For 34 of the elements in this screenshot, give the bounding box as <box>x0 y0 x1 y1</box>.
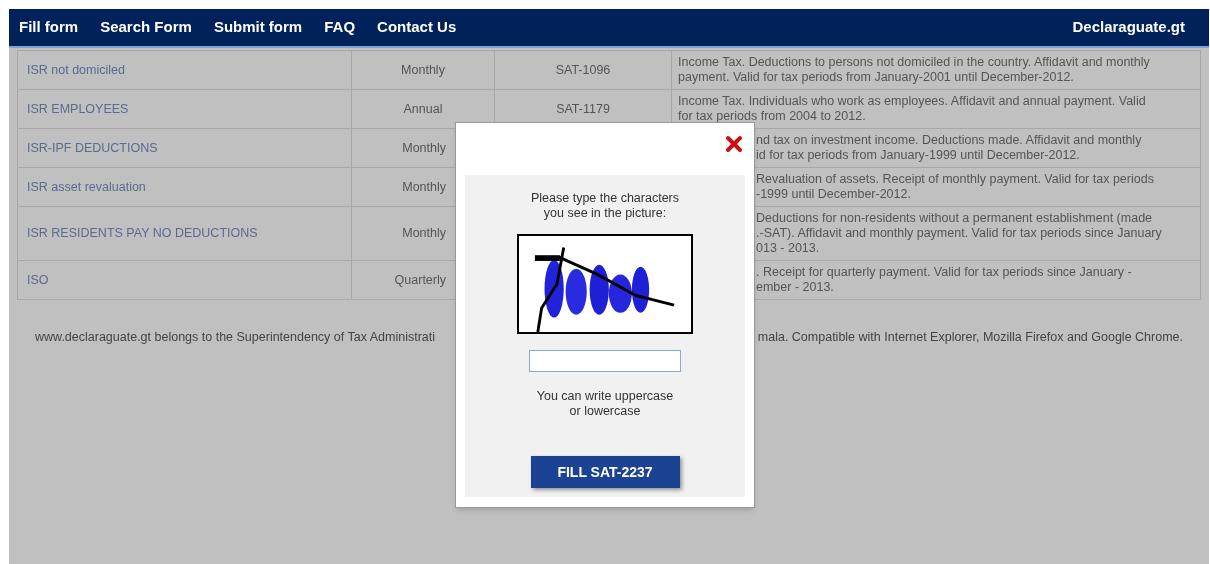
nav-link[interactable]: Submit form <box>213 16 303 39</box>
period-cell-text: Annual <box>403 100 443 118</box>
period-cell-text: Monthly <box>402 178 446 196</box>
description-line: for tax periods from 2004 to 2012. <box>678 109 867 124</box>
form-code-cell-text: SAT-1179 <box>556 100 610 118</box>
period-cell-text: Monthly <box>401 61 445 79</box>
period-cell-text: Monthly <box>402 139 446 157</box>
description-line: id for tax periods from January-1999 until December-2012. <box>756 148 1081 163</box>
description-line: nd tax on investment income. Deductions made. Affidavit and monthly <box>756 133 1143 148</box>
description-line: payment. Valid for tax periods from January-2001 until December-2012. <box>678 70 1075 85</box>
description-line: 013 - 2013. <box>756 241 821 256</box>
nav-link[interactable]: Search Form <box>100 16 192 39</box>
description-line: Income Tax. Individuals who work as employees. Affidavit and annual payment. Valid <box>678 94 1147 109</box>
description-line: . Receipt for quarterly payment. Valid for tax periods since January - <box>756 265 1133 280</box>
nav-link[interactable]: Fill form <box>19 16 79 39</box>
nav-link[interactable]: Contact Us <box>377 16 457 39</box>
description-line: .-SAT). Affidavit and monthly payment. Valid for tax periods since January <box>756 226 1163 241</box>
fill-form-button[interactable]: FILL SAT-2237 <box>530 456 680 488</box>
period-cell-text: Monthly <box>402 225 446 243</box>
description-line: ember - 2013. <box>756 280 835 295</box>
site-brand: Declaraguate.gt <box>1072 17 1185 38</box>
nav-link[interactable]: FAQ <box>324 16 356 39</box>
period-cell-text: Quarterly <box>394 271 446 289</box>
description-line: Income Tax. Deductions to persons not domiciled in the country. Affidavit and monthly <box>678 55 1151 70</box>
captcha-prompt: Please type the characters you see in the picture: <box>531 191 679 221</box>
description-line: -1999 until December-2012. <box>756 187 912 202</box>
case-hint: You can write uppercase or lowercase <box>536 389 674 419</box>
captcha-input-field[interactable] <box>529 350 681 372</box>
description-line: Revaluation of assets. Receipt of monthly payment. Valid for tax periods <box>756 172 1155 187</box>
form-code-cell-text: SAT-1096 <box>555 61 611 79</box>
footer-text: www.declaraguate.gt belongs to the Superintendency of Tax Administrati <box>35 329 435 346</box>
description-line: Deductions for non-residents without a permanent establishment (made <box>756 211 1154 226</box>
close-icon[interactable] <box>725 135 743 153</box>
footer-text: mala. Compatible with Internet Explorer, Mozilla Firefox and Google Chrome. <box>757 329 1183 346</box>
